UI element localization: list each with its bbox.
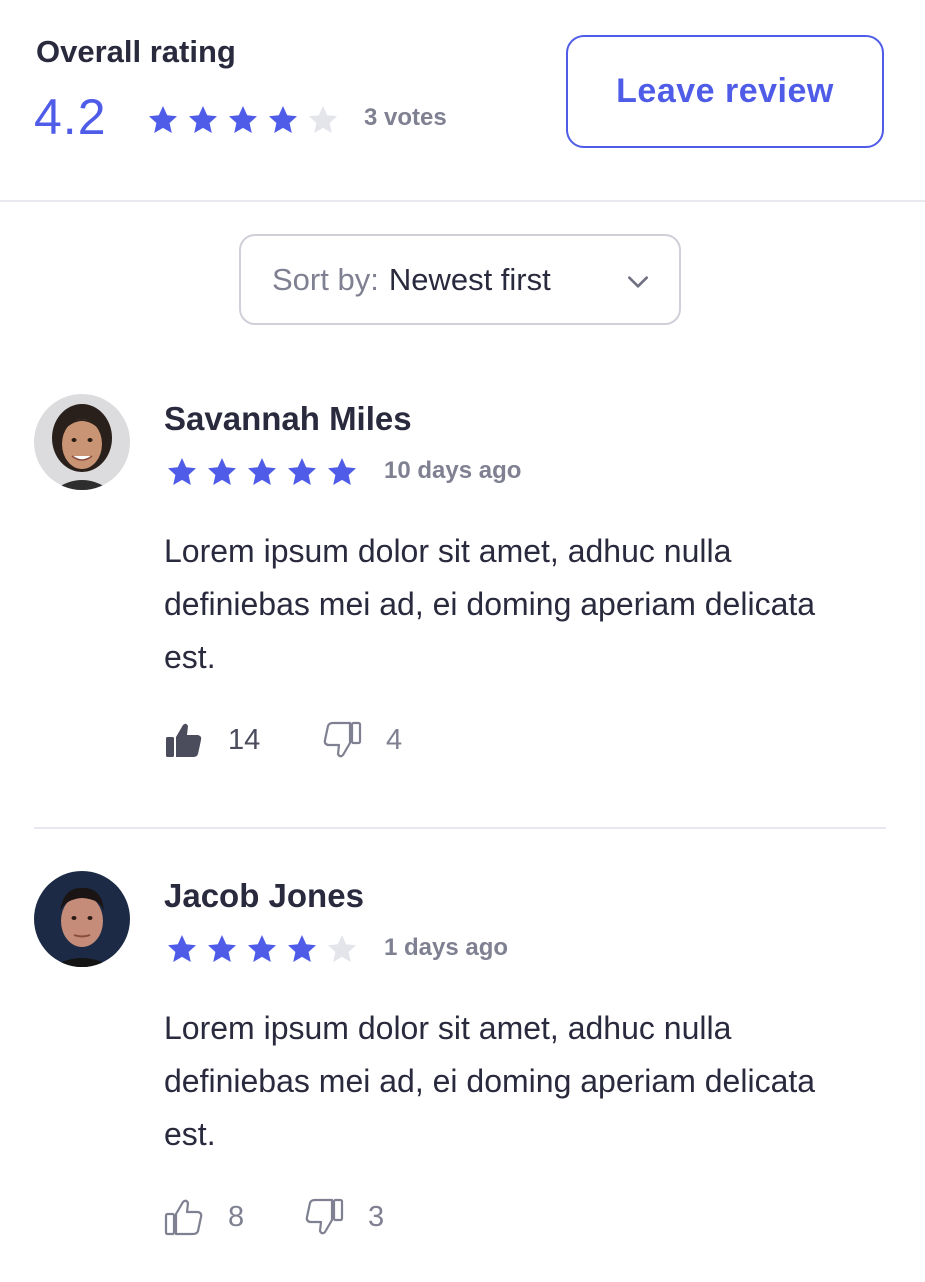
- review-divider: [34, 827, 886, 829]
- review-date: 10 days ago: [384, 457, 522, 484]
- thumbs-down-icon: [305, 1198, 344, 1235]
- avatar: [34, 871, 130, 967]
- overall-rating-title: Overall rating: [36, 34, 236, 69]
- chevron-down-icon: [628, 276, 648, 288]
- review-text: Lorem ipsum dolor sit amet, adhuc nulla …: [164, 1010, 816, 1152]
- dislike-count: 3: [368, 1200, 385, 1233]
- sort-value: Newest first: [388, 261, 551, 297]
- review-stars: [166, 933, 358, 965]
- star-filled-icon: [147, 104, 179, 136]
- reviewer-name: Savannah Miles: [164, 400, 412, 437]
- avatar: [34, 394, 130, 490]
- votes-count: 3 votes: [364, 104, 447, 131]
- star-filled-icon: [326, 456, 358, 488]
- rating-header: Overall rating 4.2 3 votes Leave review: [0, 0, 925, 202]
- review-text: Lorem ipsum dolor sit amet, adhuc nulla …: [164, 533, 816, 675]
- like-count: 14: [228, 723, 261, 756]
- overall-rating-stars: [147, 104, 339, 136]
- star-filled-icon: [166, 456, 198, 488]
- leave-review-button[interactable]: Leave review: [566, 35, 884, 148]
- star-filled-icon: [267, 104, 299, 136]
- thumbs-up-icon: [164, 1199, 203, 1236]
- like-count: 8: [228, 1200, 245, 1233]
- sort-dropdown[interactable]: Sort by: Newest first: [239, 234, 681, 325]
- review-date: 1 days ago: [384, 934, 509, 961]
- star-filled-icon: [187, 104, 219, 136]
- star-filled-icon: [227, 104, 259, 136]
- sort-label: Sort by:: [272, 261, 379, 297]
- star-empty-icon: [326, 933, 358, 965]
- dislike-count: 4: [386, 723, 403, 756]
- dislike-button[interactable]: 4: [322, 720, 402, 760]
- star-filled-icon: [286, 933, 318, 965]
- thumbs-up-icon: [166, 723, 202, 757]
- star-filled-icon: [206, 933, 238, 965]
- star-filled-icon: [206, 456, 238, 488]
- star-empty-icon: [307, 104, 339, 136]
- star-filled-icon: [166, 933, 198, 965]
- like-button[interactable]: 14: [164, 720, 260, 760]
- overall-rating-score: 4.2: [34, 89, 107, 145]
- dislike-button[interactable]: 3: [304, 1197, 384, 1237]
- star-filled-icon: [246, 933, 278, 965]
- thumbs-down-icon: [323, 721, 362, 758]
- star-filled-icon: [246, 456, 278, 488]
- reviewer-name: Jacob Jones: [164, 877, 364, 914]
- like-button[interactable]: 8: [164, 1197, 244, 1237]
- reviews-card: Overall rating 4.2 3 votes Leave review …: [0, 0, 925, 1282]
- star-filled-icon: [286, 456, 318, 488]
- review-stars: [166, 456, 358, 488]
